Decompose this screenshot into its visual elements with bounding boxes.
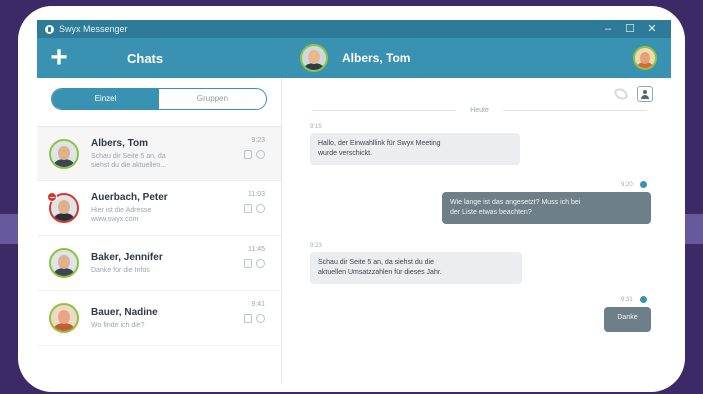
chat-time: 11:45 <box>248 246 265 253</box>
clipboard-icon[interactable] <box>244 150 252 159</box>
chat-snippet: Danke für die Infos <box>91 266 150 274</box>
chat-item-auerbach[interactable]: Auerbach, Peter Hier ist die Adresse www… <box>37 181 281 236</box>
message-text-2: der Liste etwas beachten? <box>450 209 532 216</box>
chat-snippet: Schau dir Seite 5 an, da <box>91 152 166 160</box>
do-not-disturb-icon <box>47 192 57 202</box>
message-bubble-outgoing: Danke <box>604 307 651 332</box>
maximize-button[interactable]: ☐ <box>619 20 641 38</box>
avatar <box>49 138 79 169</box>
close-button[interactable]: ✕ <box>641 20 663 38</box>
message-time: 9:31 <box>621 297 633 303</box>
info-icon[interactable] <box>256 150 265 159</box>
clipboard-icon[interactable] <box>244 314 252 323</box>
read-status-icon <box>640 181 647 188</box>
chat-name: Albers, Tom <box>91 137 149 149</box>
avatar <box>49 303 79 333</box>
phone-icon[interactable] <box>613 86 629 102</box>
message-bubble-incoming: Schau dir Seite 5 an, da siehst du die a… <box>310 252 522 284</box>
conversation-pane: Heute 9:15 Hallo, der Einwahllink für Sw… <box>282 78 671 383</box>
avatar <box>49 248 79 278</box>
info-icon[interactable] <box>256 314 265 323</box>
chat-name: Baker, Jennifer <box>91 251 163 263</box>
contact-avatar[interactable] <box>300 44 328 72</box>
app-header: + Chats Albers, Tom <box>37 38 671 78</box>
message-text-2: wurde verschickt. <box>318 150 373 157</box>
chat-snippet: Hier ist die Adresse <box>91 207 152 214</box>
tab-einzel[interactable]: Einzel <box>52 89 159 109</box>
message-time: 9:15 <box>310 124 322 130</box>
chat-type-toggle: Einzel Gruppen <box>51 88 267 110</box>
chat-time: 9:41 <box>251 301 265 308</box>
chat-item-baker[interactable]: Baker, Jennifer Danke für die Infos 11:4… <box>37 236 281 291</box>
chat-snippet-2: www.swyx.com <box>91 216 139 223</box>
day-separator: Heute <box>312 104 647 116</box>
message-time: 9:23 <box>310 243 322 249</box>
clipboard-icon[interactable] <box>244 204 252 213</box>
chat-snippet: Wo finde ich die? <box>91 321 145 329</box>
plus-icon: + <box>50 41 68 74</box>
chat-time: 11:03 <box>248 191 265 198</box>
message-time: 9:20 <box>621 182 633 188</box>
chat-name: Auerbach, Peter <box>91 192 168 203</box>
read-status-icon <box>640 296 647 303</box>
my-profile-avatar[interactable] <box>633 46 657 70</box>
message-bubble-incoming: Hallo, der Einwahllink für Swyx Meeting … <box>310 133 520 165</box>
minimize-button[interactable]: – <box>597 20 619 38</box>
title-bar: Swyx Messenger – ☐ ✕ <box>37 20 671 38</box>
message-text: Schau dir Seite 5 an, da siehst du die <box>318 259 434 266</box>
window-title: Swyx Messenger <box>59 24 128 34</box>
chat-item-albers[interactable]: Albers, Tom Schau dir Seite 5 an, da sie… <box>37 126 281 181</box>
message-text: Hallo, der Einwahllink für Swyx Meeting <box>318 140 441 147</box>
day-label: Heute <box>470 106 489 114</box>
swyx-logo-icon <box>45 24 54 34</box>
clipboard-icon[interactable] <box>244 259 252 268</box>
tab-gruppen[interactable]: Gruppen <box>159 89 266 109</box>
contact-card-icon[interactable] <box>637 86 653 102</box>
chat-time: 9:23 <box>251 137 265 144</box>
chat-name: Bauer, Nadine <box>91 306 158 318</box>
chat-item-bauer[interactable]: Bauer, Nadine Wo finde ich die? 9:41 <box>37 291 281 346</box>
chats-title: Chats <box>127 50 164 66</box>
info-icon[interactable] <box>256 259 265 268</box>
chat-snippet-2: siehst du die aktuellen... <box>91 161 167 169</box>
message-bubble-outgoing: Wie lange ist das angesetzt? Muss ich be… <box>442 192 651 224</box>
chat-sidebar: Einzel Gruppen Albers, Tom Schau dir Sei… <box>37 78 282 383</box>
message-text-2: aktuellen Umsatzzahlen für dieses Jahr. <box>318 269 442 276</box>
chat-list: Albers, Tom Schau dir Seite 5 an, da sie… <box>37 126 281 346</box>
messenger-window: Swyx Messenger – ☐ ✕ + Chats Albers, Tom… <box>37 20 671 383</box>
info-icon[interactable] <box>256 204 265 213</box>
message-text: Danke <box>617 314 638 321</box>
message-text: Wie lange ist das angesetzt? Muss ich be… <box>450 199 581 206</box>
main-content: Einzel Gruppen Albers, Tom Schau dir Sei… <box>37 78 671 383</box>
new-chat-button[interactable]: + <box>37 38 81 78</box>
contact-name: Albers, Tom <box>342 51 411 65</box>
